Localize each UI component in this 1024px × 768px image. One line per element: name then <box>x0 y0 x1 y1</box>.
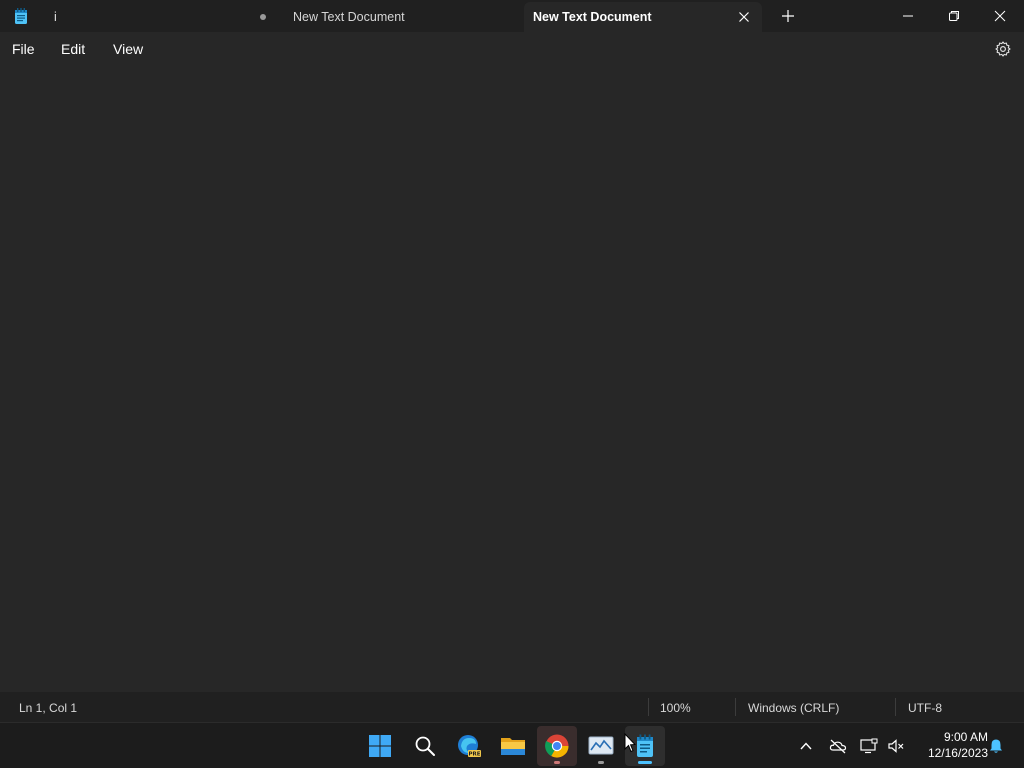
zoom-level[interactable]: 100% <box>660 701 691 715</box>
file-explorer-icon <box>501 738 525 755</box>
encoding[interactable]: UTF-8 <box>908 701 942 715</box>
plus-icon[interactable] <box>778 6 798 26</box>
notifications-button[interactable] <box>986 736 1006 756</box>
tab-new-text-document[interactable]: New Text Document <box>280 2 524 32</box>
notepad-icon <box>637 734 653 757</box>
taskbar: PRE 9:00 AM 12/16/2023 <box>0 722 1024 768</box>
tab-label: New Text Document <box>533 10 652 24</box>
active-indicator <box>638 761 652 764</box>
chrome-button[interactable] <box>537 726 577 766</box>
menu-view[interactable]: View <box>113 41 143 57</box>
file-explorer-button[interactable] <box>493 726 533 766</box>
close-icon <box>994 10 1006 22</box>
status-divider <box>895 698 896 716</box>
stock-app-button[interactable] <box>581 726 621 766</box>
running-indicator <box>554 761 560 764</box>
tab-i[interactable]: i <box>40 2 280 32</box>
tab-new-text-document-active[interactable]: New Text Document <box>524 2 762 32</box>
running-indicator <box>598 761 604 764</box>
edge-button[interactable]: PRE <box>449 726 489 766</box>
status-divider <box>735 698 736 716</box>
bell-icon <box>990 739 1002 753</box>
start-icon <box>369 735 391 757</box>
title-bar: i New Text Document New Text Document <box>0 0 1024 32</box>
menu-bar: File Edit View <box>0 32 1024 66</box>
stock-app-icon <box>588 736 614 755</box>
close-window-button[interactable] <box>977 0 1023 32</box>
minimize-button[interactable] <box>885 0 931 32</box>
restore-icon <box>949 11 959 21</box>
gear-icon[interactable] <box>994 40 1012 58</box>
chevron-up-icon <box>800 742 812 750</box>
volume-muted-icon <box>888 739 904 753</box>
restore-button[interactable] <box>931 0 977 32</box>
status-bar: Ln 1, Col 1 100% Windows (CRLF) UTF-8 <box>0 692 1024 722</box>
clock-date: 12/16/2023 <box>927 746 988 760</box>
display-icon <box>860 738 878 754</box>
volume-button[interactable] <box>886 736 906 756</box>
minimize-icon <box>903 15 913 17</box>
mouse-cursor-icon <box>624 733 636 753</box>
clock[interactable]: 9:00 AM 12/16/2023 <box>912 729 988 761</box>
tab-label: i <box>54 10 57 24</box>
onedrive-button[interactable] <box>828 736 848 756</box>
show-hidden-icons-button[interactable] <box>796 736 816 756</box>
network-button[interactable] <box>859 736 879 756</box>
cursor-position: Ln 1, Col 1 <box>19 701 78 715</box>
svg-text:PRE: PRE <box>468 752 480 758</box>
tab-label: New Text Document <box>293 10 405 24</box>
line-ending[interactable]: Windows (CRLF) <box>748 701 839 715</box>
search-button[interactable] <box>405 726 445 766</box>
unsaved-dot-icon <box>260 14 266 20</box>
menu-file[interactable]: File <box>12 41 35 57</box>
onedrive-offline-icon <box>829 739 847 754</box>
close-icon[interactable] <box>736 9 752 25</box>
text-editor[interactable] <box>0 66 1024 692</box>
search-icon <box>415 736 435 756</box>
status-divider <box>648 698 649 716</box>
start-button[interactable] <box>360 726 400 766</box>
edge-pre-icon: PRE <box>458 735 481 758</box>
clock-time: 9:00 AM <box>943 730 988 744</box>
notepad-icon <box>15 8 27 24</box>
chrome-icon <box>545 734 569 758</box>
menu-edit[interactable]: Edit <box>61 41 85 57</box>
